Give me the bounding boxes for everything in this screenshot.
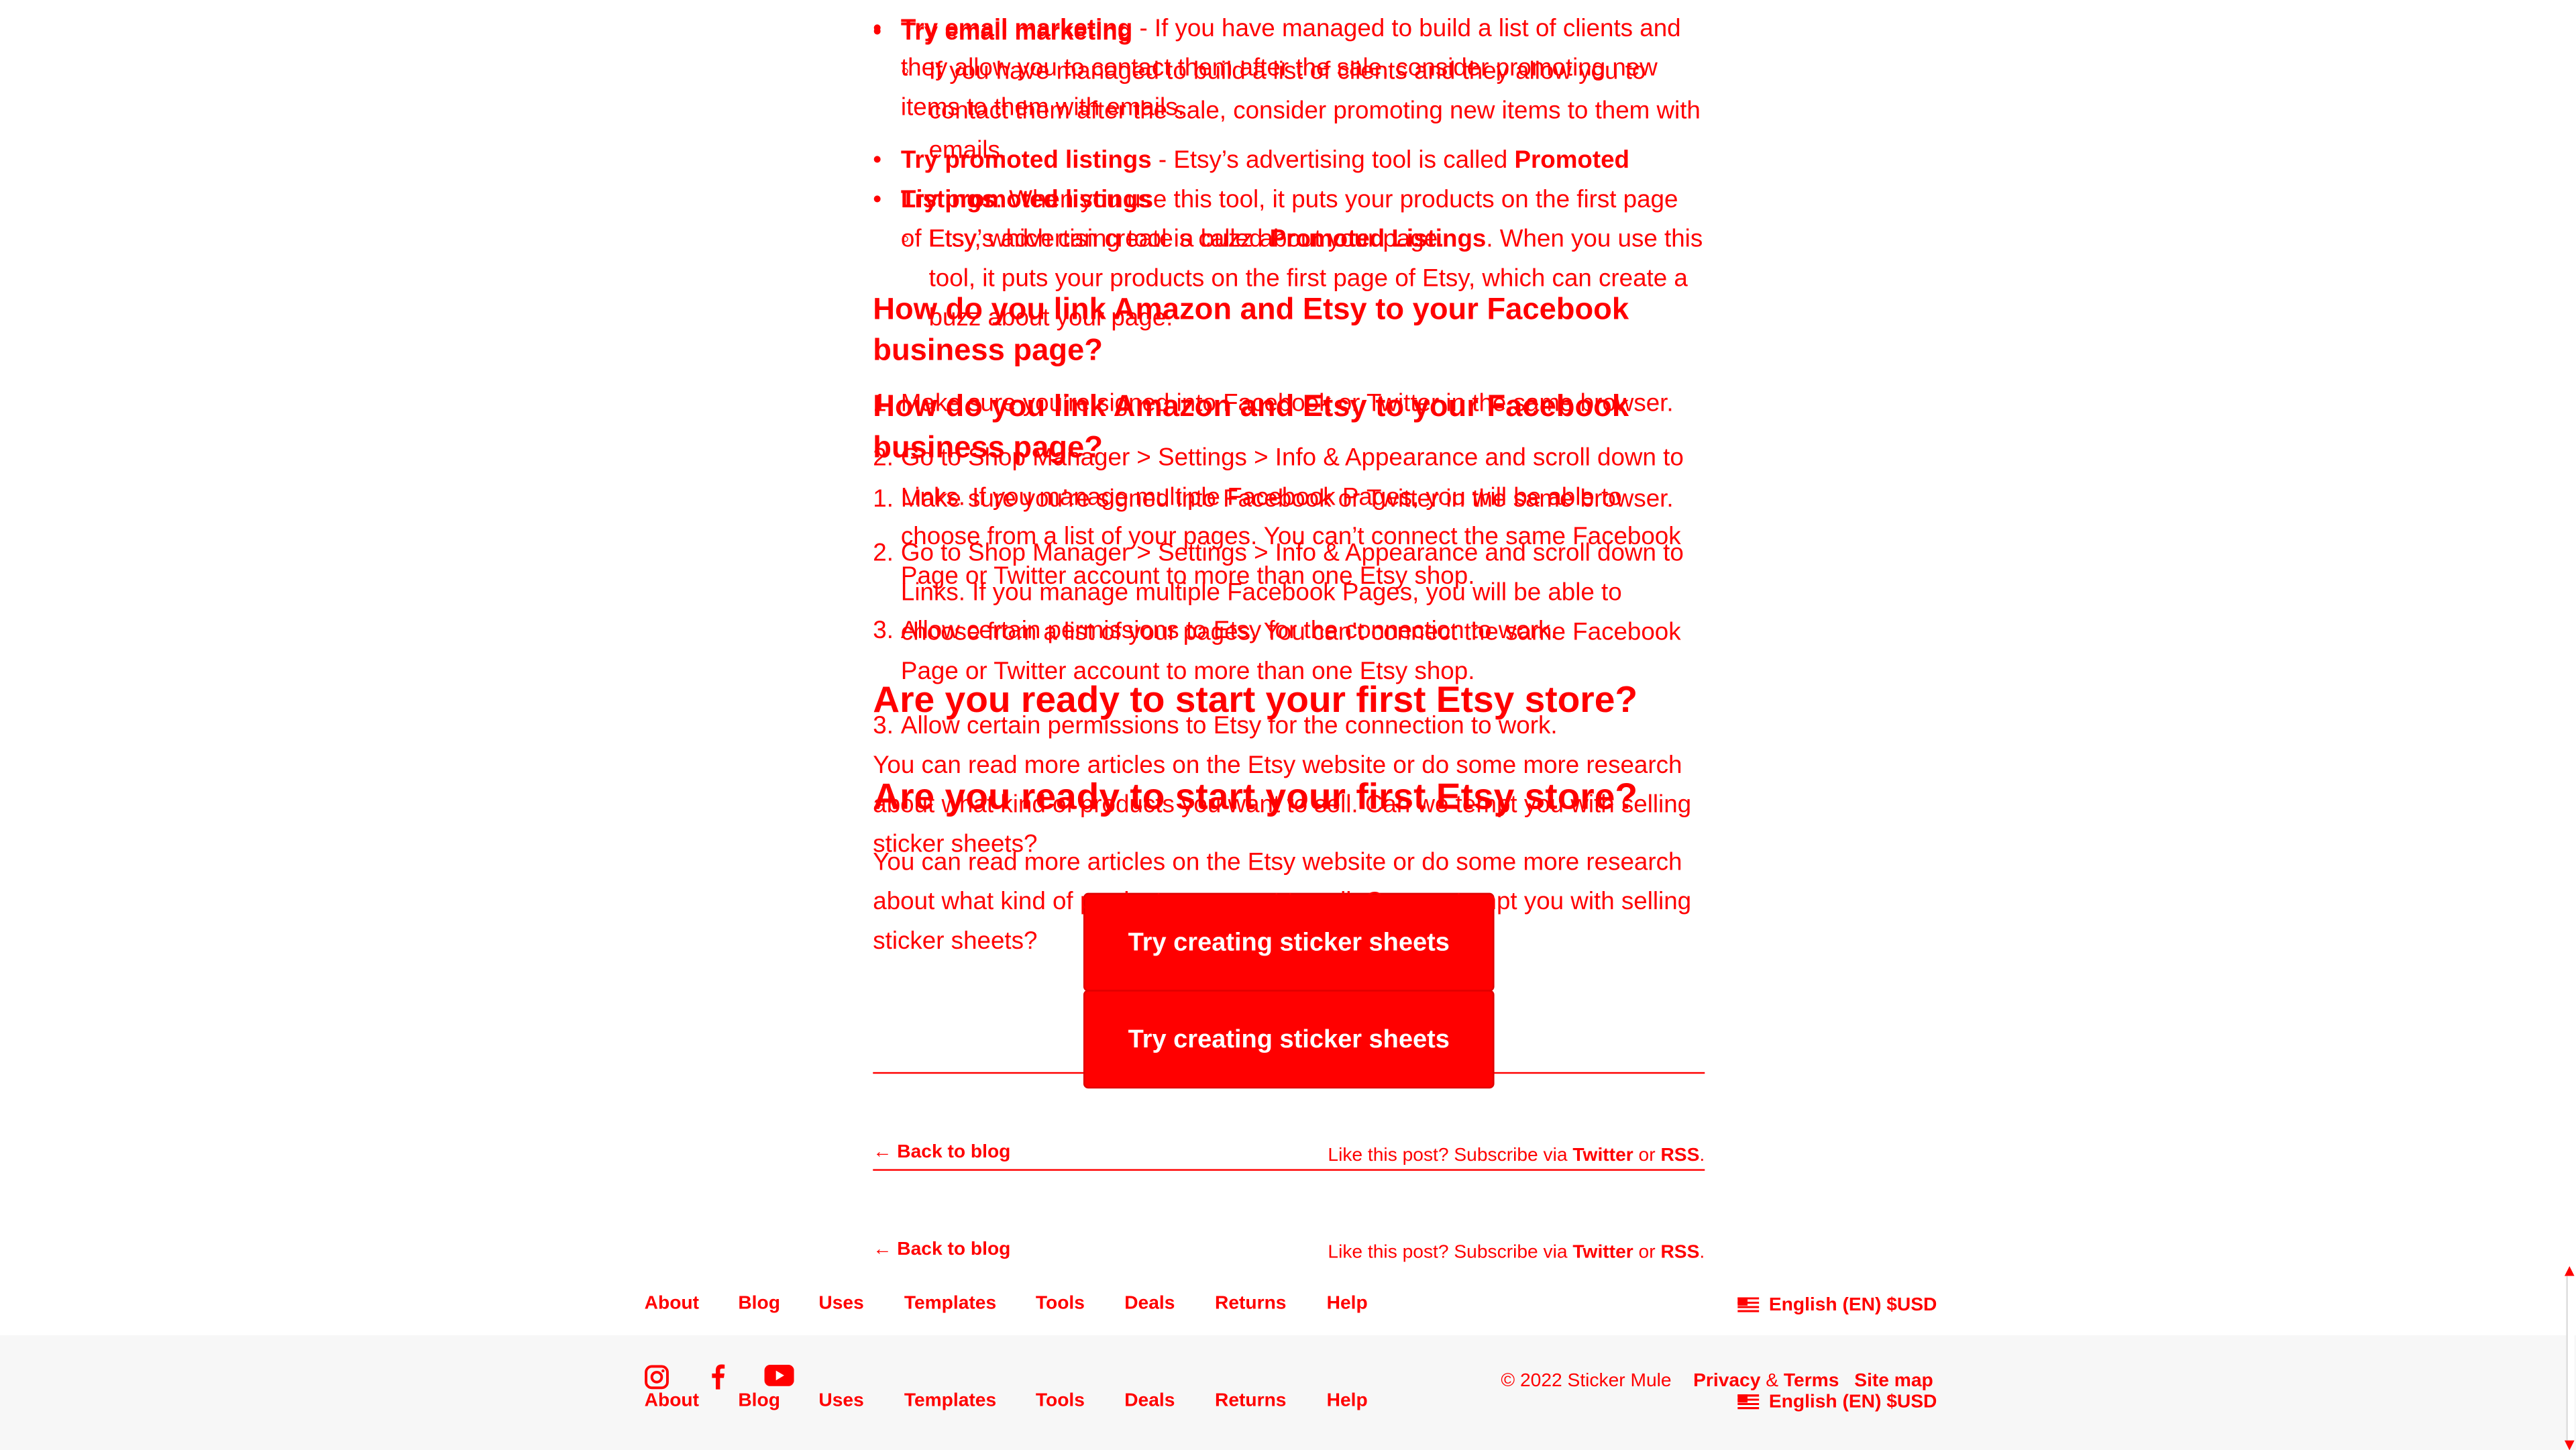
or-label: or [1633, 1243, 1661, 1263]
us-flag-icon [1737, 1394, 1760, 1410]
sub-list: Etsy’s advertising tool is called Promot… [901, 220, 1705, 338]
step-number: 3. [873, 712, 894, 740]
list-item: Try email marketing If you have managed … [873, 13, 1705, 171]
try-sticker-sheets-button[interactable]: Try creating sticker sheets [1083, 990, 1495, 1089]
facebook-icon[interactable] [710, 1363, 725, 1398]
locale-label: English (EN) $USD [1768, 1392, 1937, 1413]
list-item: Etsy’s advertising tool is called Promot… [901, 220, 1705, 338]
promoted-tip-body-pre: Etsy’s advertising tool is called [928, 225, 1270, 254]
step-number: 2. [873, 539, 894, 568]
footer-link-help[interactable]: Help [1327, 1391, 1368, 1410]
subscribe-text: Like this post? Subscribe via Twitter or… [1327, 1240, 1705, 1266]
period: . [1699, 1243, 1705, 1263]
footer-background [0, 1335, 2576, 1450]
subscribe-label: Like this post? Subscribe via [1328, 1243, 1573, 1263]
footer-link-about[interactable]: About [645, 1391, 699, 1410]
privacy-link[interactable]: Privacy [1693, 1371, 1760, 1391]
rss-link[interactable]: RSS [1660, 1243, 1699, 1263]
ampersand: & [1760, 1371, 1784, 1392]
promoted-tip-title: Try promoted listings [900, 185, 1152, 214]
list-item: 3. Allow certain permissions to Etsy for … [873, 707, 1705, 747]
list-item: If you have managed to build a list of c… [901, 52, 1705, 170]
footer-link-returns[interactable]: Returns [1215, 1391, 1286, 1410]
email-tip-title: Try email marketing [900, 17, 1133, 46]
terms-link[interactable]: Terms [1784, 1371, 1839, 1391]
list-item: 2. Go to Shop Manager > Settings > Info &… [873, 534, 1705, 692]
scroll-up-icon[interactable] [2564, 1265, 2575, 1276]
scrollbar-thumb[interactable] [2566, 1276, 2575, 1441]
step-text: Make sure you’re signed into Facebook or… [900, 484, 1674, 513]
sub-list: If you have managed to build a list of c… [901, 52, 1705, 170]
cta-heading: Are you ready to start your first Etsy s… [873, 776, 1638, 817]
footer-link-uses[interactable]: Uses [818, 1391, 863, 1410]
vertical-scrollbar[interactable] [2563, 1265, 2576, 1450]
list-item: 1. Make sure you’re signed into Facebook … [873, 480, 1705, 520]
step-text: Go to Shop Manager > Settings > Info & A… [900, 539, 1684, 686]
footer-link-deals[interactable]: Deals [1124, 1391, 1175, 1410]
footer-link-blog[interactable]: Blog [738, 1391, 780, 1410]
locale-selector[interactable]: English (EN) $USD [1737, 1390, 1937, 1416]
step-text: Allow certain permissions to Etsy for th… [900, 712, 1558, 740]
page-layer-base: Try email marketing If you have managed … [0, 0, 2576, 1450]
footer-link-tools[interactable]: Tools [1036, 1391, 1085, 1410]
copyright: © 2022 Sticker Mule [1501, 1371, 1672, 1392]
steps-list: 1. Make sure you’re signed into Facebook … [873, 480, 1705, 747]
twitter-link[interactable]: Twitter [1572, 1243, 1633, 1263]
tips-list: Try email marketing If you have managed … [873, 13, 1705, 339]
list-item: Try promoted listings Etsy’s advertising… [873, 181, 1705, 339]
cta-paragraph: You can read more articles on the Etsy w… [873, 848, 1692, 955]
step-number: 1. [873, 484, 894, 513]
facebook-heading: How do you link Amazon and Etsy to your … [873, 388, 1629, 464]
promoted-listings-strong: Promoted Listings [1269, 225, 1487, 254]
footer-link-templates[interactable]: Templates [904, 1391, 996, 1410]
youtube-icon[interactable] [764, 1364, 794, 1394]
back-to-blog-link[interactable]: ← Back to blog [873, 1237, 1010, 1263]
email-tip-body: If you have managed to build a list of c… [928, 57, 1701, 165]
